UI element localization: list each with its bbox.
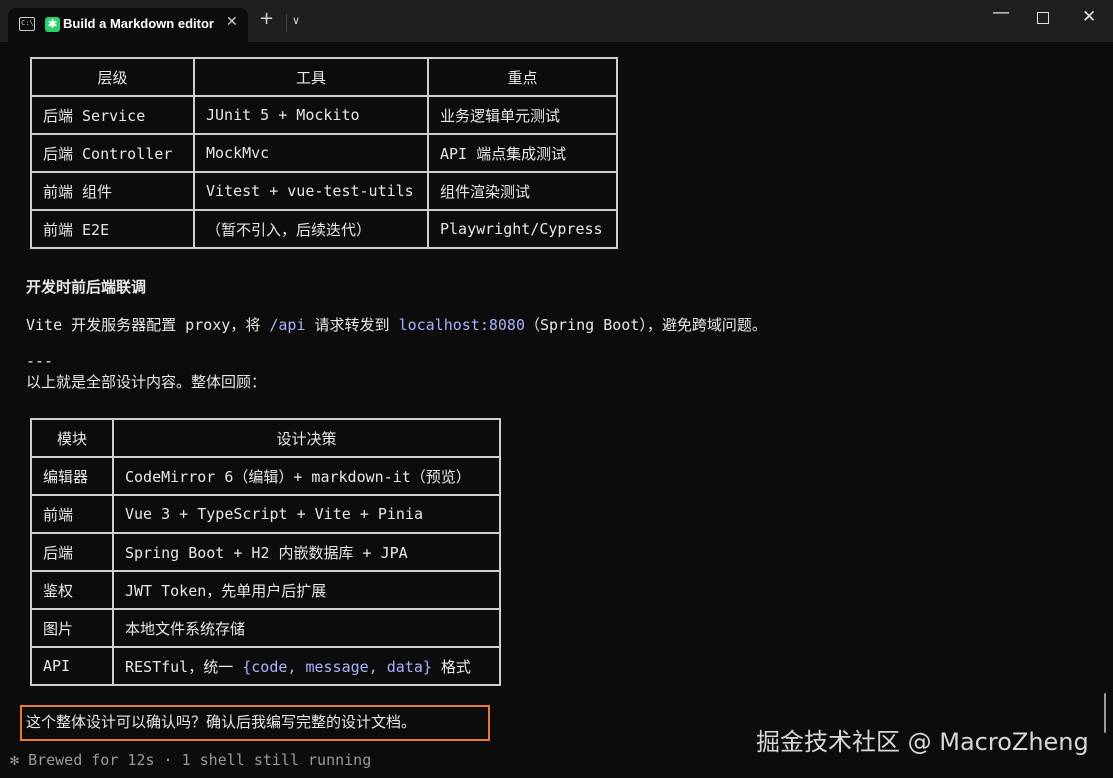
table-cell: API 端点集成测试 [427,133,618,173]
table-header: 工具 [193,57,429,97]
table-header: 设计决策 [112,418,501,458]
table-cell: 业务逻辑单元测试 [427,95,618,135]
minimize-button[interactable]: — [992,2,1010,23]
table-row: 后端 Service JUnit 5 + Mockito 业务逻辑单元测试 [30,95,618,135]
tab-build-markdown-editor[interactable]: C:\ ✱ Build a Markdown editor ✕ [8,8,248,42]
table-row: 前端 E2E （暂不引入，后续迭代） Playwright/Cypress [30,209,618,249]
summary-intro: 以上就是全部设计内容。整体回顾： [26,373,267,391]
tab-title: Build a Markdown editor [63,16,214,31]
table-header: 层级 [30,57,195,97]
section-heading: 开发时前后端联调 [26,278,147,296]
inline-code: localhost:8080 [398,316,525,334]
table-cell: 后端 Service [30,95,195,135]
table-cell: 鉴权 [30,570,114,610]
table-cell: 后端 [30,532,114,572]
dev-proxy-paragraph: Vite 开发服务器配置 proxy，将 /api 请求转发到 localhos… [26,314,767,335]
table-row: 鉴权 JWT Token，先单用户后扩展 [30,570,501,610]
testing-table: 层级 工具 重点 后端 Service JUnit 5 + Mockito 业务… [30,57,618,249]
terminal-icon: C:\ [19,17,35,31]
table-cell: 前端 组件 [30,171,195,211]
table-cell: Spring Boot + H2 内嵌数据库 + JPA [112,532,501,572]
table-cell: 前端 [30,494,114,534]
title-bar: C:\ ✱ Build a Markdown editor ✕ + ∨ — ✕ [0,0,1113,42]
status-line: ✻ Brewed for 12s · 1 shell still running [10,751,371,769]
table-row: API RESTful，统一 {code, message, data} 格式 [30,646,501,686]
cell-text: RESTful，统一 [125,657,243,676]
new-tab-button[interactable]: + [259,10,274,28]
app-icon: ✱ [45,17,60,32]
inline-code: {code, message, data} [242,657,432,676]
table-header: 重点 [427,57,618,97]
paragraph-text: Vite 开发服务器配置 proxy，将 [26,316,270,334]
table-cell: RESTful，统一 {code, message, data} 格式 [112,646,501,686]
window-close-button[interactable]: ✕ [1082,7,1096,27]
table-row: 后端 Controller MockMvc API 端点集成测试 [30,133,618,173]
table-header: 模块 [30,418,114,458]
table-cell: 本地文件系统存储 [112,608,501,648]
table-header-row: 层级 工具 重点 [30,57,618,97]
table-cell: 图片 [30,608,114,648]
table-cell: API [30,646,114,686]
table-row: 编辑器 CodeMirror 6（编辑）+ markdown-it（预览） [30,456,501,496]
table-cell: 编辑器 [30,456,114,496]
table-cell: 后端 Controller [30,133,195,173]
sparkle-icon: ✻ [10,751,20,769]
table-header-row: 模块 设计决策 [30,418,501,458]
chevron-down-icon[interactable]: ∨ [292,14,300,27]
paragraph-text: （Spring Boot），避免跨域问题。 [525,316,767,334]
table-row: 后端 Spring Boot + H2 内嵌数据库 + JPA [30,532,501,572]
horizontal-rule: --- [26,352,54,370]
status-text: Brewed for 12s · 1 shell still running [28,751,372,769]
tab-separator [286,14,287,32]
cell-text: 格式 [431,657,471,676]
inline-code: /api [269,316,306,334]
scrollbar[interactable] [1104,693,1106,733]
table-cell: （暂不引入，后续迭代） [193,209,429,249]
table-cell: Playwright/Cypress [427,209,618,249]
paragraph-text: 请求转发到 [305,316,399,334]
maximize-button[interactable] [1037,12,1049,24]
table-row: 图片 本地文件系统存储 [30,608,501,648]
table-cell: JWT Token，先单用户后扩展 [112,570,501,610]
table-cell: CodeMirror 6（编辑）+ markdown-it（预览） [112,456,501,496]
table-cell: 组件渲染测试 [427,171,618,211]
summary-table: 模块 设计决策 编辑器 CodeMirror 6（编辑）+ markdown-i… [30,418,501,686]
table-cell: JUnit 5 + Mockito [193,95,429,135]
table-cell: Vitest + vue-test-utils [193,171,429,211]
watermark: 掘金技术社区 @ MacroZheng [756,728,1089,756]
close-icon[interactable]: ✕ [226,14,238,30]
table-cell: 前端 E2E [30,209,195,249]
table-row: 前端 Vue 3 + TypeScript + Vite + Pinia [30,494,501,534]
table-cell: Vue 3 + TypeScript + Vite + Pinia [112,494,501,534]
confirmation-question: 这个整体设计可以确认吗？确认后我编写完整的设计文档。 [26,713,417,731]
table-row: 前端 组件 Vitest + vue-test-utils 组件渲染测试 [30,171,618,211]
table-cell: MockMvc [193,133,429,173]
